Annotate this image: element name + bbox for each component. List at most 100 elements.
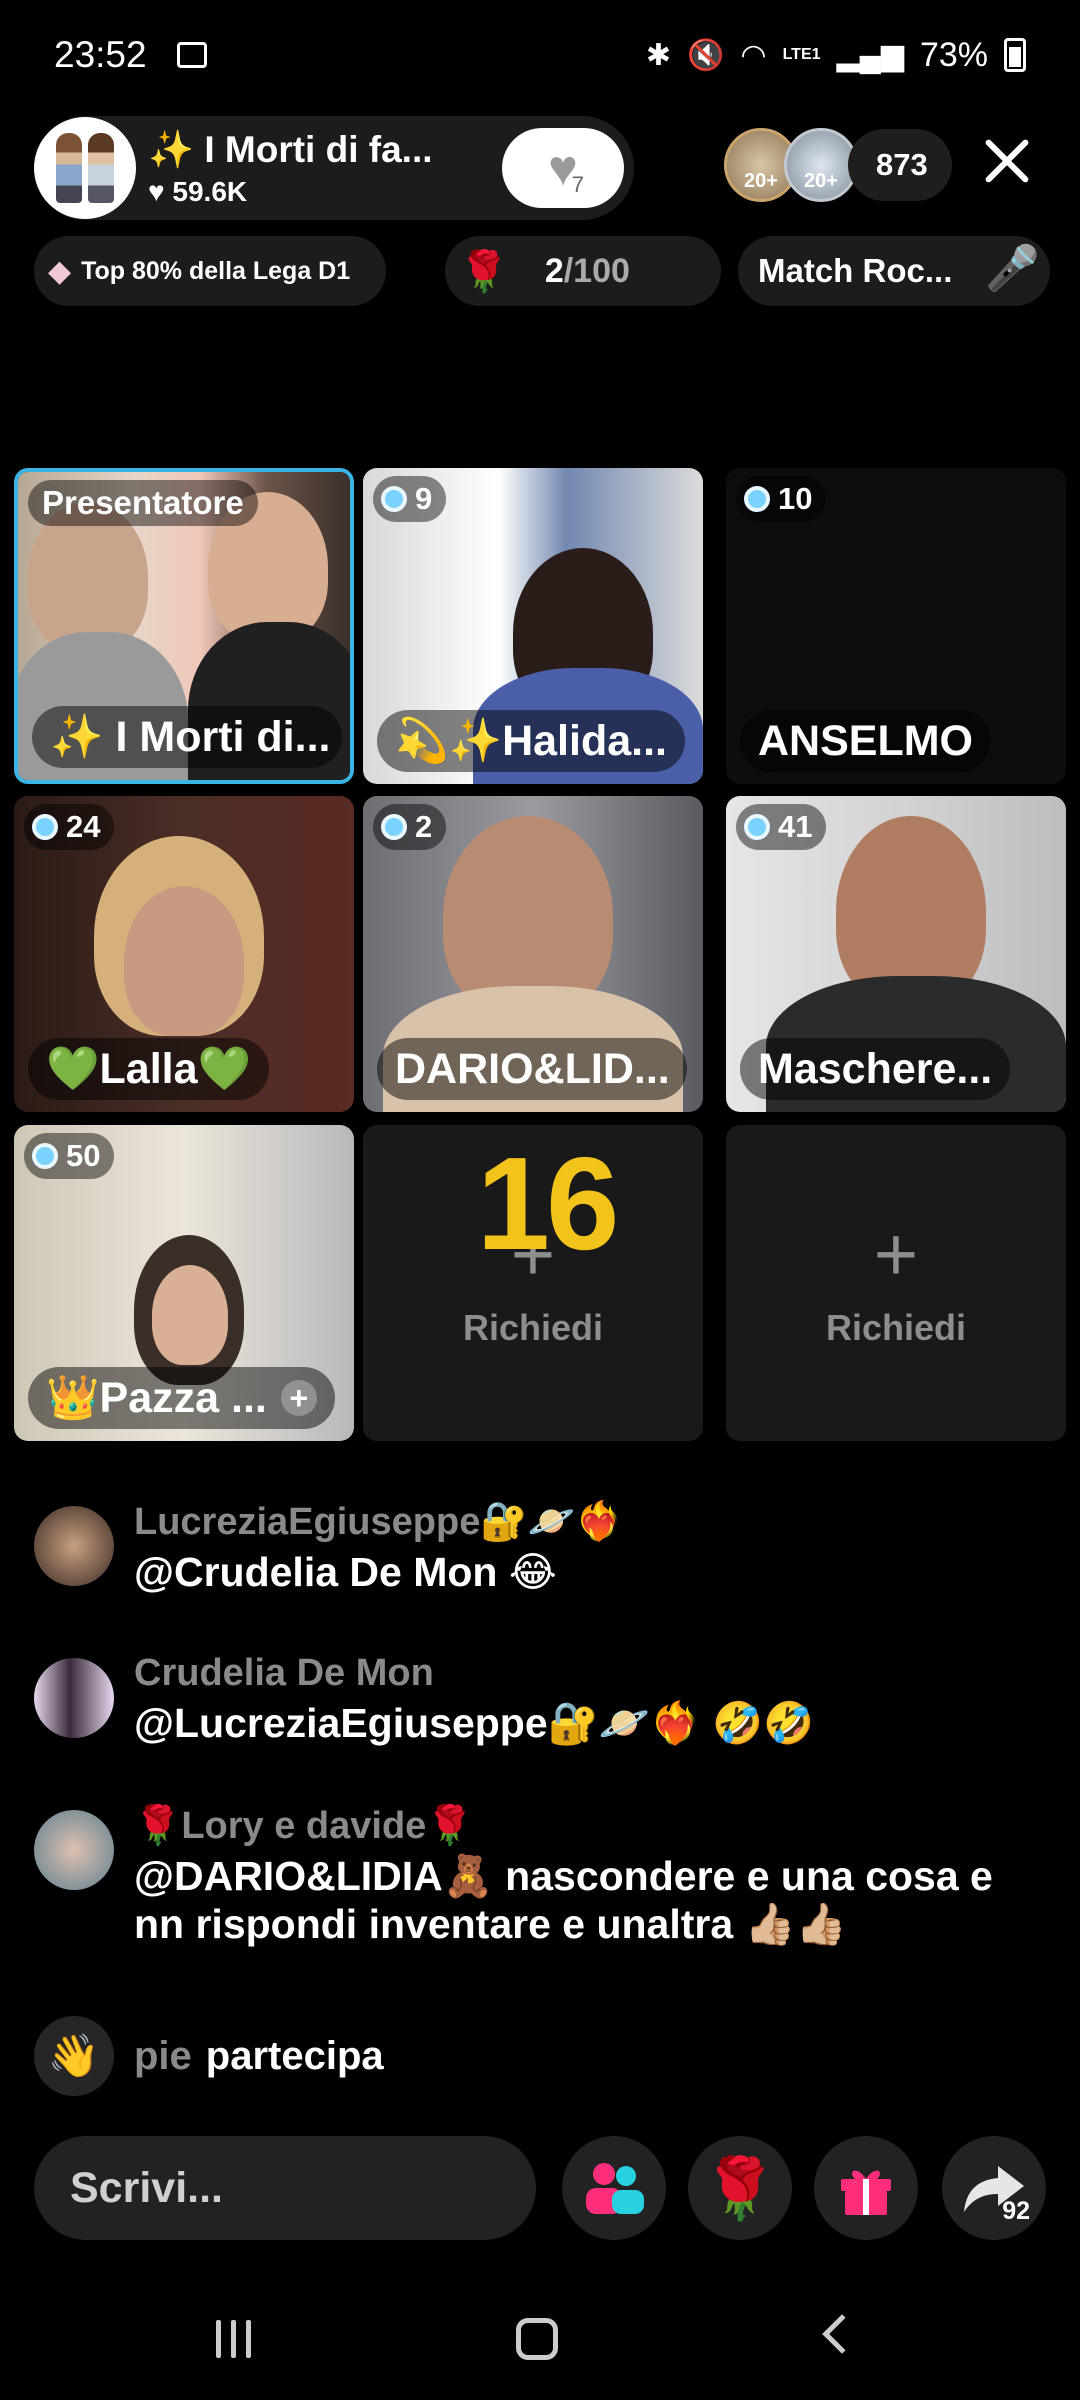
guest-video-tile[interactable]: 9 💫✨Halida... [363,468,703,784]
top-viewer-badge[interactable]: 20+ [784,128,858,202]
diamond-icon: ◆ [48,254,72,288]
join-action: partecipa [205,2033,384,2078]
rank-icon [381,814,407,840]
share-button[interactable]: 92 [942,2136,1046,2240]
host-avatar[interactable] [34,117,136,219]
chat-text: @LucreziaEgiuseppe🔐🪐❤️‍🔥 🤣🤣 [134,1700,815,1746]
viewer-list[interactable]: 20+ 20+ 873 [724,128,952,202]
recents-button[interactable] [216,2320,251,2358]
rose-total: /100 [563,251,630,290]
host-video-tile[interactable]: Presentatore ✨ I Morti di... [14,468,354,784]
comment-input[interactable]: Scrivi... [34,2136,536,2240]
close-button[interactable] [982,136,1032,186]
match-chip[interactable]: Match Roc... 🎤 [738,236,1050,306]
chat-message[interactable]: Crudelia De Mon @LucreziaEgiuseppe🔐🪐❤️‍🔥… [34,1652,1044,1747]
request-slot[interactable]: + Richiedi [726,1125,1066,1441]
chat-message[interactable]: LucreziaEgiuseppe🔐🪐❤️‍🔥 @Crudelia De Mon… [34,1500,1044,1596]
guest-video-tile[interactable]: 41 Maschere... [726,796,1066,1112]
rank-icon [744,814,770,840]
guest-video-tile[interactable]: 10 ANSELMO [726,468,1066,784]
mute-icon: 🔇 [687,38,725,72]
league-chip[interactable]: ◆ Top 80% della Lega D1 [34,236,386,306]
microphone-icon: 🎤 [985,244,1040,293]
rose-current: 2 [544,251,564,290]
rose-icon: 🌹 [702,2154,778,2222]
chat-avatar[interactable] [34,1506,114,1586]
chat-text: @DARIO&LIDIA🧸 nascondere e una cosa e nn… [134,1853,993,1947]
rose-gift-button[interactable]: 🌹 [688,2136,792,2240]
guest-rank-badge: 9 [373,476,447,522]
join-notice: 👋 pie partecipa [34,2016,384,2096]
tile-name: ✨ I Morti di... [32,706,342,768]
host-name: ✨ I Morti di fa... [148,128,433,170]
wave-icon: 👋 [34,2016,114,2096]
chat-username[interactable]: Crudelia De Mon [134,1652,1044,1695]
tile-name: 👑Pazza ... + [28,1367,335,1429]
like-button[interactable]: ♥ 7 [502,128,624,208]
rank-icon [32,1143,58,1169]
network-type: LTE1 [782,46,821,63]
chat-username[interactable]: 🌹Lory e davide🌹 [134,1804,1044,1848]
like-count: 7 [571,172,584,197]
request-label: Richiedi [825,1307,967,1348]
plus-icon: + [873,1212,919,1297]
guest-rank: 2 [415,809,433,844]
guest-rank-badge: 50 [24,1133,115,1179]
guest-rank-badge: 24 [24,804,115,850]
wifi-icon: ◠ [740,38,767,72]
tile-name: 💫✨Halida... [377,710,685,772]
chat-message[interactable]: 🌹Lory e davide🌹 @DARIO&LIDIA🧸 nascondere… [34,1804,1044,1948]
multi-guest-icon [586,2163,644,2214]
guest-rank-badge: 10 [736,476,827,522]
guests-button[interactable] [562,2136,666,2240]
chat-avatar[interactable] [34,1658,114,1738]
guest-rank: 50 [66,1138,101,1173]
gift-button[interactable] [814,2136,918,2240]
tile-name: 💚Lalla💚 [28,1038,270,1100]
guest-rank: 41 [778,809,813,844]
home-button[interactable] [516,2318,558,2360]
guest-video-tile[interactable]: 2 DARIO&LID... [363,796,703,1112]
guest-rank: 10 [778,481,813,516]
guest-rank-badge: 2 [373,804,447,850]
back-button[interactable] [822,2314,862,2354]
host-badge: Presentatore [28,480,258,526]
bluetooth-icon: ✱ [645,38,672,72]
chat-avatar[interactable] [34,1810,114,1890]
guest-rank-badge: 41 [736,804,827,850]
battery-percent: 73% [919,35,988,74]
viewer-count[interactable]: 873 [848,129,952,201]
battery-icon [1004,38,1026,72]
guest-rank: 9 [415,481,433,516]
join-username[interactable]: pie [134,2034,192,2079]
guest-video-tile[interactable]: 50 👑Pazza ... + [14,1125,354,1441]
gift-icon [841,2170,891,2215]
status-bar: 23:52 ✱ 🔇 ◠ LTE1 ▂▄▆ 73% [0,0,1080,110]
tile-name: Maschere... [740,1038,1011,1100]
tile-name: ANSELMO [740,710,991,772]
rank-icon [381,486,407,512]
add-icon[interactable]: + [280,1380,317,1416]
system-nav-bar [0,2300,1080,2400]
rose-icon: 🌹 [459,249,509,294]
league-label: Top 80% della Lega D1 [81,256,351,285]
rose-goal-chip[interactable]: 🌹 2/100 [445,236,721,306]
tile-name: DARIO&LID... [377,1038,687,1100]
host-likes: ♥ 59.6K [148,175,248,207]
status-icons: ✱ 🔇 ◠ LTE1 ▂▄▆ 73% [646,36,1026,75]
chat-text: @Crudelia De Mon 😂 [134,1549,557,1595]
share-count: 92 [1002,2197,1030,2225]
rank-icon [744,486,770,512]
request-label: Richiedi [462,1307,604,1348]
host-info-pill[interactable]: ✨ I Morti di fa... ♥ 59.6K ♥ 7 [34,116,634,220]
countdown-number: 16 [476,1130,620,1277]
signal-icon: ▂▄▆ [836,38,904,72]
screenshot-icon [176,42,207,68]
status-time: 23:52 [54,34,147,75]
rank-icon [32,814,58,840]
match-label: Match Roc... [758,252,953,289]
guest-rank: 24 [66,809,101,844]
guest-video-tile[interactable]: 24 💚Lalla💚 [14,796,354,1112]
chat-username[interactable]: LucreziaEgiuseppe🔐🪐❤️‍🔥 [134,1500,1044,1544]
tile-name-text: 👑Pazza ... [46,1374,267,1422]
